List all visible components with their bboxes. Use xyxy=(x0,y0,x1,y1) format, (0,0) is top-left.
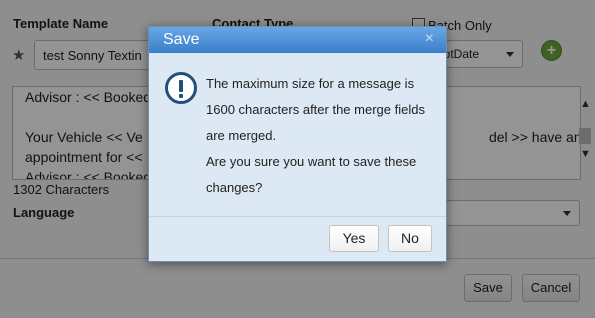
no-button[interactable]: No xyxy=(388,225,432,252)
dialog-message-line: Are you sure you want to save these xyxy=(206,154,417,169)
dialog-message-line: The maximum size for a message is xyxy=(206,76,415,91)
dialog-message-line: 1600 characters after the merge fields xyxy=(206,102,425,117)
dialog-message-line: changes? xyxy=(206,180,263,195)
save-dialog: Save × The maximum size for a message is… xyxy=(148,26,447,262)
yes-button[interactable]: Yes xyxy=(329,225,379,252)
dialog-title: Save xyxy=(163,31,200,48)
dialog-message-line: are merged. xyxy=(206,128,277,143)
info-icon xyxy=(165,72,197,104)
dialog-header: Save × xyxy=(149,27,446,53)
close-icon[interactable]: × xyxy=(425,30,434,48)
dialog-message: The maximum size for a message is 1600 c… xyxy=(206,71,438,201)
